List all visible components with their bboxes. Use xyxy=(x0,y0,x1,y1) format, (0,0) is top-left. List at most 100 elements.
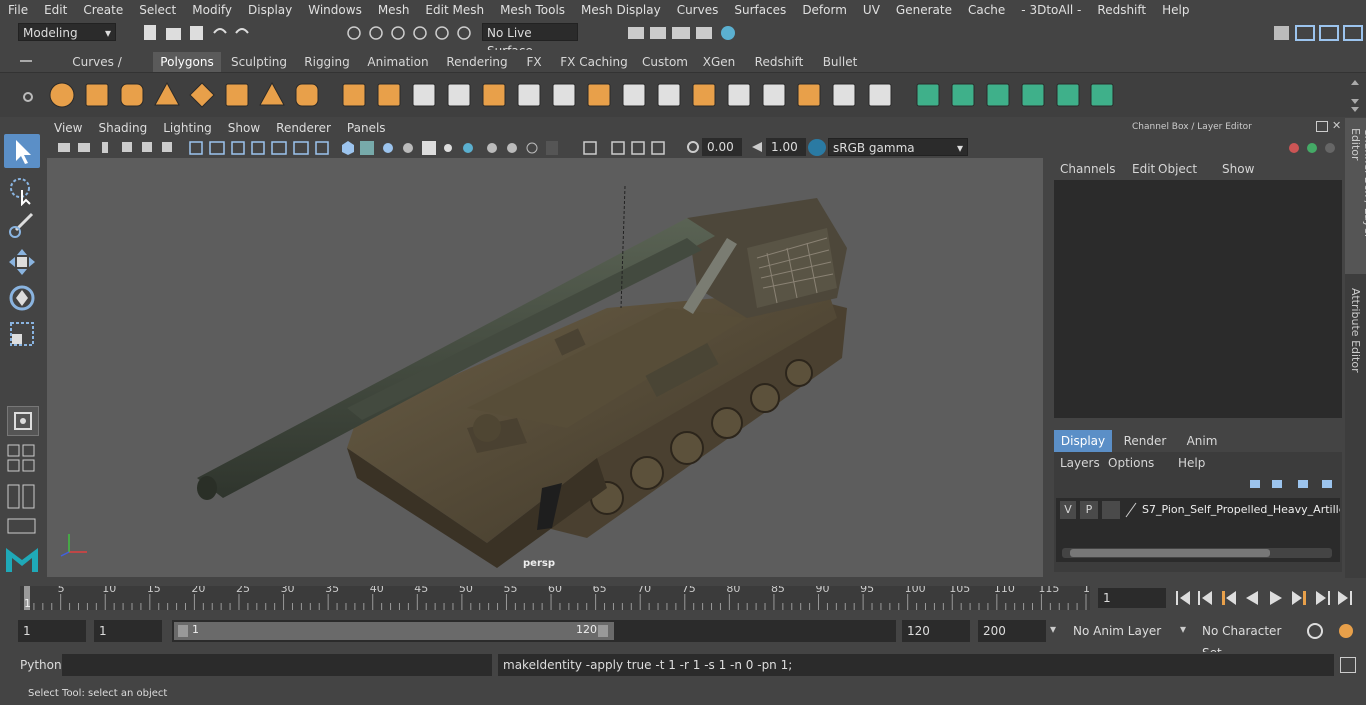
sphere-icon[interactable] xyxy=(48,81,76,109)
viewport-menu-renderer[interactable]: Renderer xyxy=(268,121,339,135)
command-language-label[interactable]: Python xyxy=(20,658,62,672)
layout-split-icon[interactable] xyxy=(7,484,37,513)
layer-menu-options[interactable]: Options xyxy=(1108,456,1154,470)
menu-redshift[interactable]: Redshift xyxy=(1089,3,1154,17)
anim-layer-dropdown[interactable]: No Anim Layer xyxy=(1068,620,1172,642)
menu-mesh-tools[interactable]: Mesh Tools xyxy=(492,3,573,17)
shelf-tab-animation[interactable]: Animation xyxy=(362,52,434,72)
shelf-tab-polygons[interactable]: Polygons xyxy=(153,52,221,72)
auto-map-icon[interactable] xyxy=(1054,81,1082,109)
playback-end-field[interactable]: 120 xyxy=(902,620,970,642)
channel-menu-object[interactable]: Object xyxy=(1158,162,1197,176)
chevron-down-icon[interactable]: ▾ xyxy=(1180,622,1186,636)
layer-visibility-toggle[interactable]: V xyxy=(1060,501,1076,519)
gear-icon[interactable] xyxy=(22,91,34,106)
menu-mesh[interactable]: Mesh xyxy=(370,3,418,17)
viewport-menu-view[interactable]: View xyxy=(46,121,90,135)
layout-single-icon[interactable] xyxy=(7,518,37,539)
menu-create[interactable]: Create xyxy=(75,3,131,17)
plane-icon[interactable] xyxy=(188,81,216,109)
menu-cache[interactable]: Cache xyxy=(960,3,1013,17)
menu-edit-mesh[interactable]: Edit Mesh xyxy=(417,3,492,17)
layer-tab-display[interactable]: Display xyxy=(1054,430,1112,452)
start-time-field[interactable]: 1 xyxy=(18,620,86,642)
edge-loop-icon[interactable] xyxy=(760,81,788,109)
side-tab-channel-box[interactable]: Channel Box / Layer Editor xyxy=(1345,118,1366,274)
range-slider-handle[interactable]: 1 120 xyxy=(174,622,614,640)
spherical-map-icon[interactable] xyxy=(1019,81,1047,109)
multicut-icon[interactable] xyxy=(690,81,718,109)
current-frame-field[interactable]: 1 xyxy=(1098,588,1166,608)
channel-menu-show[interactable]: Show xyxy=(1222,162,1254,176)
cone-icon[interactable] xyxy=(153,81,181,109)
select-tool-button[interactable] xyxy=(4,134,40,168)
rotate-tool-button[interactable] xyxy=(6,282,38,317)
separate-icon[interactable] xyxy=(375,81,403,109)
menu-curves[interactable]: Curves xyxy=(669,3,727,17)
menu-file[interactable]: File xyxy=(0,3,36,17)
shelf-tab-fx[interactable]: FX xyxy=(521,52,547,72)
uv-editor-icon[interactable] xyxy=(1088,81,1116,109)
bridge-icon[interactable] xyxy=(550,81,578,109)
auto-key-icon[interactable] xyxy=(1306,622,1362,643)
layer-row[interactable]: V P S7_Pion_Self_Propelled_Heavy_Artille… xyxy=(1058,500,1340,520)
channel-menu-edit[interactable]: Edit xyxy=(1132,162,1155,176)
time-slider[interactable]: 1 5 10 15 20 25 30 35 40 45 50 55 60 65 70 75 80 85 90 95 1… xyxy=(18,582,1090,612)
boolean-icon[interactable] xyxy=(445,81,473,109)
torus-icon[interactable] xyxy=(223,81,251,109)
range-handle-right[interactable] xyxy=(598,625,608,637)
menu-generate[interactable]: Generate xyxy=(888,3,960,17)
side-tab-attribute-editor[interactable]: Attribute Editor xyxy=(1345,280,1366,380)
layout-quad-icon[interactable] xyxy=(7,444,37,477)
shelf-tab-sculpting[interactable]: Sculpting xyxy=(226,52,292,72)
shelf-tab-redshift[interactable]: Redshift xyxy=(749,52,809,72)
menu-edit[interactable]: Edit xyxy=(36,3,75,17)
extrude-icon[interactable] xyxy=(585,81,613,109)
menu-deform[interactable]: Deform xyxy=(794,3,855,17)
layer-tab-render[interactable]: Render xyxy=(1116,430,1174,452)
viewport-menu-lighting[interactable]: Lighting xyxy=(155,121,220,135)
menu-surfaces[interactable]: Surfaces xyxy=(726,3,794,17)
shelf-tab-rigging[interactable]: Rigging xyxy=(298,52,356,72)
insert-loop-icon[interactable] xyxy=(795,81,823,109)
select-mask-icons[interactable] xyxy=(344,23,474,46)
scrollbar-thumb[interactable] xyxy=(1070,549,1270,557)
isolate-icons[interactable] xyxy=(582,138,692,158)
paint-tool-button[interactable] xyxy=(6,210,38,243)
menu-windows[interactable]: Windows xyxy=(300,3,370,17)
character-set-dropdown[interactable]: No Character Set xyxy=(1197,620,1297,660)
shelf-tab-custom[interactable]: Custom xyxy=(636,52,694,72)
chevron-down-icon[interactable]: ▾ xyxy=(1050,622,1056,636)
split-icon[interactable] xyxy=(655,81,683,109)
viewport-menu-shading[interactable]: Shading xyxy=(90,121,155,135)
crease-icon[interactable] xyxy=(866,81,894,109)
end-time-field[interactable]: 200 xyxy=(978,620,1046,642)
render-icons[interactable] xyxy=(626,23,741,46)
smooth-icon[interactable] xyxy=(480,81,508,109)
mode-selector[interactable]: Modeling ▾ xyxy=(18,23,116,41)
extract-icon[interactable] xyxy=(410,81,438,109)
scale-tool-button[interactable] xyxy=(6,318,38,353)
close-icon[interactable]: ✕ xyxy=(1332,119,1341,132)
menu-modify[interactable]: Modify xyxy=(184,3,240,17)
command-input[interactable] xyxy=(62,654,492,676)
colorspace-dropdown[interactable]: sRGB gamma ▾ xyxy=(828,138,968,156)
pyramid-icon[interactable] xyxy=(258,81,286,109)
offset-loop-icon[interactable] xyxy=(830,81,858,109)
channel-list[interactable] xyxy=(1054,180,1342,418)
soft-select-button[interactable] xyxy=(7,406,39,436)
shelf-menu-icon[interactable] xyxy=(20,60,32,62)
lasso-tool-button[interactable] xyxy=(6,176,38,209)
layer-playback-toggle[interactable]: P xyxy=(1080,501,1098,519)
shelf-tab-xgen[interactable]: XGen xyxy=(699,52,739,72)
bevel-icon[interactable] xyxy=(620,81,648,109)
menu-select[interactable]: Select xyxy=(131,3,184,17)
playback-start-field[interactable]: 1 xyxy=(94,620,162,642)
perspective-viewport[interactable]: persp xyxy=(47,158,1043,577)
layer-action-icons[interactable] xyxy=(1248,476,1338,492)
menu-3dtoall[interactable]: - 3DtoAll - xyxy=(1013,3,1089,17)
cylindrical-map-icon[interactable] xyxy=(984,81,1012,109)
shelf-tab-curves-surfaces[interactable]: Curves / Surfaces xyxy=(47,52,147,89)
color-management-toggle[interactable] xyxy=(808,139,826,156)
gamma-field[interactable]: 1.00 xyxy=(766,138,806,156)
